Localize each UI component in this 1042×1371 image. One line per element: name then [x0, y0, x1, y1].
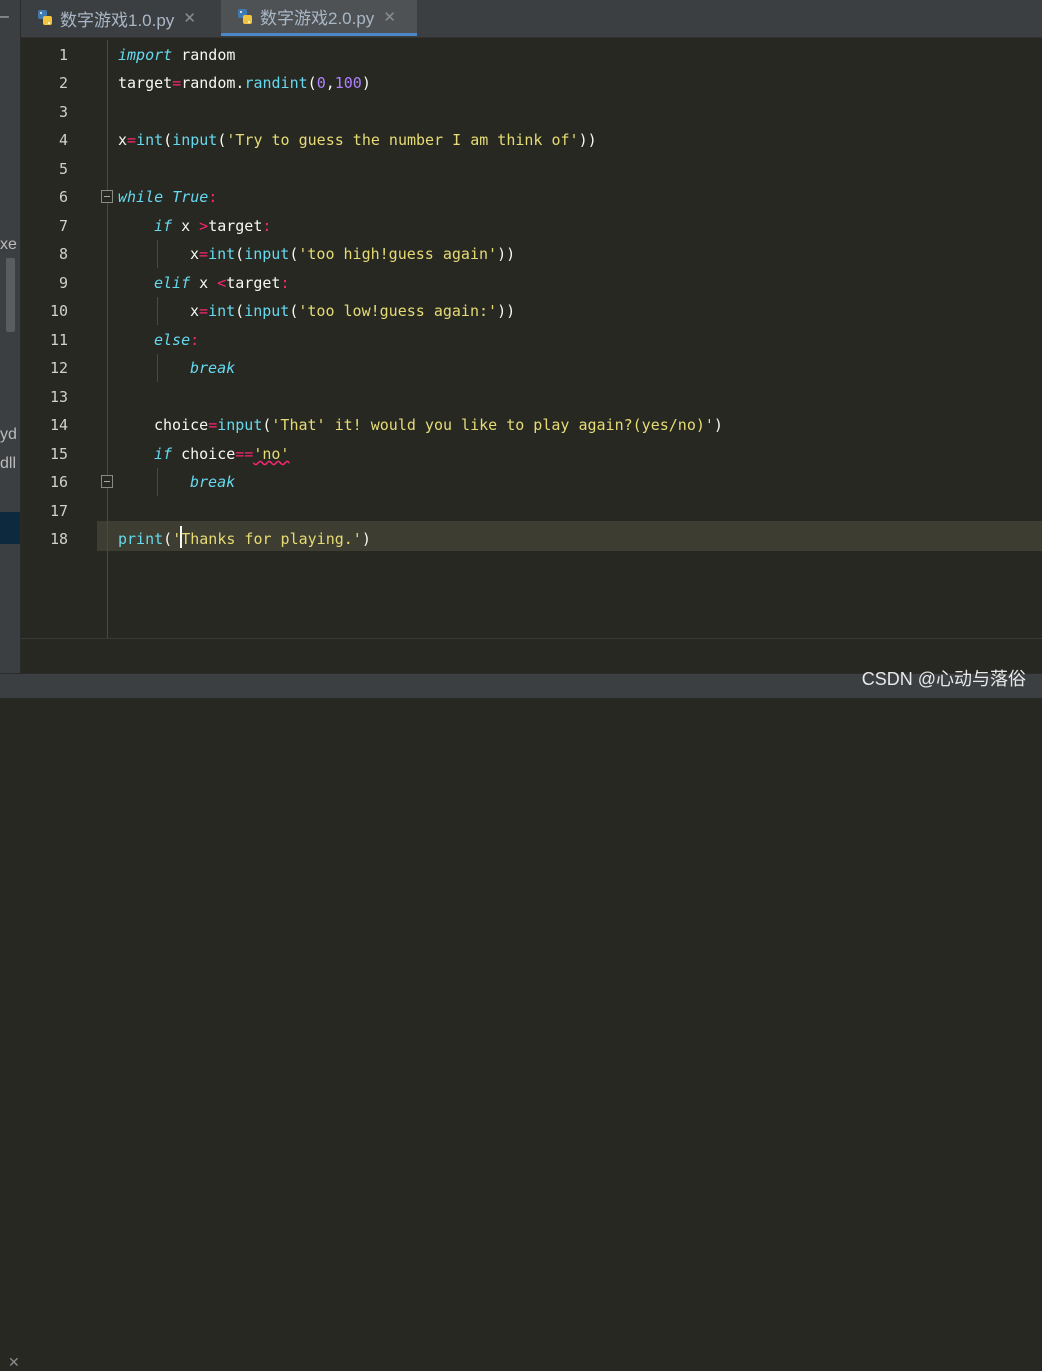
python-file-icon: [38, 10, 52, 25]
code-line: if choice=='no': [154, 445, 290, 463]
tab-label: 数字游戏1.0.py: [60, 10, 175, 30]
editor-tab-bar: 数字游戏1.0.py ✕ 数字游戏2.0.py ✕: [21, 0, 1042, 38]
tab-file-1[interactable]: 数字游戏1.0.py ✕: [21, 0, 220, 36]
panel-text-fragment: yd: [0, 426, 17, 443]
line-number: 11: [49, 331, 68, 349]
line-number: 17: [49, 502, 68, 520]
line-number: 13: [49, 388, 68, 406]
code-line: target=random.randint(0,100): [118, 74, 371, 92]
code-line: x=int(input('too high!guess again')): [190, 245, 516, 263]
line-number: 16: [49, 473, 68, 491]
line-number: 2: [58, 74, 68, 92]
tab-label: 数字游戏2.0.py: [260, 9, 375, 28]
close-icon[interactable]: ✕: [183, 9, 196, 27]
code-line: break: [190, 359, 236, 377]
line-number: 1: [58, 46, 68, 64]
code-line: else:: [154, 331, 200, 349]
collapse-icon[interactable]: –: [0, 8, 12, 25]
close-icon[interactable]: ✕: [383, 8, 396, 26]
code-line: x=int(input('Try to guess the number I a…: [118, 131, 597, 149]
code-line: choice=input('That' it! would you like t…: [154, 416, 723, 434]
line-number: 8: [58, 245, 68, 263]
code-line: while True:: [118, 188, 218, 206]
project-panel-edge: – xe yd dll: [0, 0, 21, 697]
code-editor[interactable]: import random target=random.randint(0,10…: [97, 38, 1042, 638]
code-line: x=int(input('too low!guess again:')): [190, 302, 516, 320]
line-number: 3: [58, 103, 68, 121]
line-number: 6: [58, 188, 68, 206]
code-line: import random: [118, 46, 236, 64]
line-number: 10: [49, 302, 68, 320]
panel-text-fragment: dll: [0, 455, 17, 472]
panel-selected-row[interactable]: [0, 512, 20, 544]
line-number: 12: [49, 359, 68, 377]
line-number-gutter: 1 2 3 4 5 6 7 8 9 10 11 12 13 14 15 16 1…: [21, 38, 97, 638]
watermark: CSDN @心动与落俗: [861, 669, 1026, 689]
code-line: print('Thanks for playing.'): [118, 530, 371, 548]
python-file-icon: [238, 8, 252, 24]
line-number: 5: [58, 160, 68, 178]
line-number: 9: [58, 274, 68, 292]
code-line: elif x <target:: [154, 274, 290, 292]
code-line: break: [190, 473, 236, 491]
line-number: 14: [49, 416, 68, 434]
tab-file-2[interactable]: 数字游戏2.0.py ✕: [221, 0, 417, 36]
line-number: 18: [49, 530, 68, 548]
text-caret: [180, 526, 182, 548]
code-line: if x >target:: [154, 217, 272, 235]
line-number: 4: [58, 131, 68, 149]
close-icon[interactable]: ✕: [8, 1354, 20, 1371]
panel-scrollbar[interactable]: [6, 258, 15, 332]
line-number: 15: [49, 445, 68, 463]
line-number: 7: [58, 217, 68, 235]
panel-text-fragment: xe: [0, 236, 17, 253]
